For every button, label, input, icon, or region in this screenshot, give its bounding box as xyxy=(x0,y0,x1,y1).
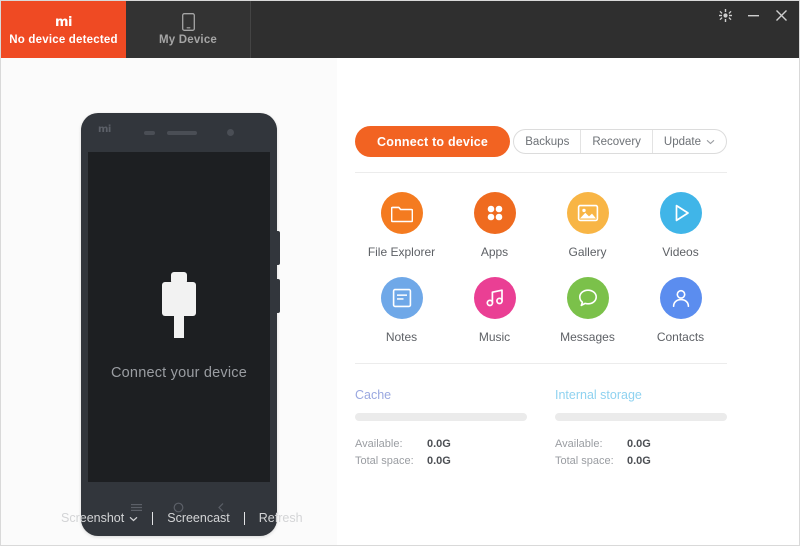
shortcut-label: Music xyxy=(478,330,511,344)
available-label: Available: xyxy=(555,438,603,450)
phone-top-bezel: mi xyxy=(81,113,277,152)
update-label: Update xyxy=(663,135,701,148)
toolbar-separator xyxy=(243,511,245,525)
phone-mockup: mi Connect your device xyxy=(81,113,280,536)
phone-screen: Connect your device xyxy=(88,152,270,482)
shortcut-file-explorer[interactable]: File Explorer xyxy=(355,192,448,259)
screenshot-button[interactable]: Screenshot xyxy=(61,511,138,525)
storage-section-cache: Cache Available: 0.0G Total space: 0.0G xyxy=(355,388,527,470)
shortcuts-grid: File Explorer Apps Gallery Videos Notes … xyxy=(355,192,727,344)
refresh-label: Refresh xyxy=(258,511,303,525)
usb-connector-icon xyxy=(156,272,202,343)
storage-summary: Cache Available: 0.0G Total space: 0.0G … xyxy=(355,388,727,470)
shortcut-label: Apps xyxy=(480,245,509,259)
shortcut-gallery[interactable]: Gallery xyxy=(541,192,634,259)
recovery-label: Recovery xyxy=(592,135,641,148)
screenshot-label: Screenshot xyxy=(61,511,125,525)
phone-front-camera-icon xyxy=(227,129,234,136)
close-icon[interactable] xyxy=(774,8,789,23)
main-content-panel: Connect to device Backups Recovery Updat… xyxy=(337,58,799,545)
shortcut-label: Contacts xyxy=(656,330,705,344)
shortcut-label: Messages xyxy=(560,330,615,344)
screencast-label: Screencast xyxy=(167,511,230,525)
phone-proximity-sensor-icon xyxy=(144,131,155,135)
backups-button[interactable]: Backups xyxy=(514,130,580,153)
shortcut-label: File Explorer xyxy=(367,245,436,259)
connect-to-device-button[interactable]: Connect to device xyxy=(355,126,511,157)
shortcut-music[interactable]: Music xyxy=(448,277,541,344)
shortcut-notes[interactable]: Notes xyxy=(355,277,448,344)
tab-no-device-label: No device detected xyxy=(9,33,118,46)
available-label: Available: xyxy=(355,438,403,450)
image-icon xyxy=(566,192,609,234)
shortcut-label: Gallery xyxy=(568,245,607,259)
storage-progress-bar xyxy=(355,413,527,421)
music-icon xyxy=(473,277,516,319)
person-icon xyxy=(659,277,702,319)
tab-my-device-label: My Device xyxy=(158,33,218,46)
storage-title: Internal storage xyxy=(555,388,642,402)
divider-bottom xyxy=(355,363,727,364)
storage-available-row: Available: 0.0G xyxy=(355,436,527,453)
total-space-value: 0.0G xyxy=(627,455,651,467)
window-controls xyxy=(718,1,799,58)
tab-my-device[interactable]: My Device xyxy=(126,1,251,58)
storage-available-row: Available: 0.0G xyxy=(555,436,727,453)
shortcut-apps[interactable]: Apps xyxy=(448,192,541,259)
connect-prompt: Connect your device xyxy=(88,272,270,381)
phone-nav-bar xyxy=(81,482,277,536)
minimize-icon[interactable] xyxy=(746,8,761,23)
chevron-down-icon xyxy=(129,511,138,525)
available-value: 0.0G xyxy=(627,438,651,450)
shortcut-label: Notes xyxy=(385,330,418,344)
storage-total-row: Total space: 0.0G xyxy=(555,453,727,470)
shortcut-messages[interactable]: Messages xyxy=(541,277,634,344)
device-toolbar: Screenshot Screencast Refresh xyxy=(61,511,303,525)
title-bar-spacer xyxy=(251,1,718,58)
storage-section-internal: Internal storage Available: 0.0G Total s… xyxy=(555,388,727,470)
note-icon xyxy=(380,277,423,319)
connect-your-device-text: Connect your device xyxy=(111,365,247,381)
phone-volume-button xyxy=(276,279,280,313)
device-preview-panel: mi Connect your device Screenshot Screen… xyxy=(1,58,337,545)
storage-progress-bar xyxy=(555,413,727,421)
phone-power-button xyxy=(276,231,280,265)
chat-icon xyxy=(566,277,609,319)
total-space-label: Total space: xyxy=(355,455,414,467)
shortcut-videos[interactable]: Videos xyxy=(634,192,727,259)
phone-mi-logo-icon: mi xyxy=(98,124,111,135)
settings-gear-icon[interactable] xyxy=(718,8,733,23)
storage-total-row: Total space: 0.0G xyxy=(355,453,527,470)
total-space-label: Total space: xyxy=(555,455,614,467)
available-value: 0.0G xyxy=(427,438,451,450)
refresh-button[interactable]: Refresh xyxy=(259,511,303,525)
toolbar-separator xyxy=(152,511,154,525)
device-tools-group: Backups Recovery Update xyxy=(513,129,727,154)
title-bar: mi No device detected My Device xyxy=(1,1,799,58)
phone-earpiece-speaker-icon xyxy=(167,131,197,135)
chevron-down-icon xyxy=(706,136,715,148)
phone-icon xyxy=(181,13,195,32)
backups-label: Backups xyxy=(525,135,570,148)
screencast-button[interactable]: Screencast xyxy=(167,511,230,525)
mi-logo-text: mi xyxy=(54,14,73,30)
folder-icon xyxy=(380,192,423,234)
total-space-value: 0.0G xyxy=(427,455,451,467)
tab-no-device-detected[interactable]: mi No device detected xyxy=(1,1,126,58)
shortcut-contacts[interactable]: Contacts xyxy=(634,277,727,344)
divider-top xyxy=(355,172,727,173)
play-icon xyxy=(659,192,702,234)
shortcut-label: Videos xyxy=(662,245,699,259)
mi-logo-icon: mi xyxy=(54,13,73,32)
actions-row: Connect to device Backups Recovery Updat… xyxy=(355,126,727,157)
update-button[interactable]: Update xyxy=(651,130,726,153)
apps-grid-icon xyxy=(473,192,516,234)
storage-title: Cache xyxy=(355,388,392,402)
recovery-button[interactable]: Recovery xyxy=(580,130,652,153)
mi-pc-suite-window: mi No device detected My Device mi Conne… xyxy=(0,0,800,546)
